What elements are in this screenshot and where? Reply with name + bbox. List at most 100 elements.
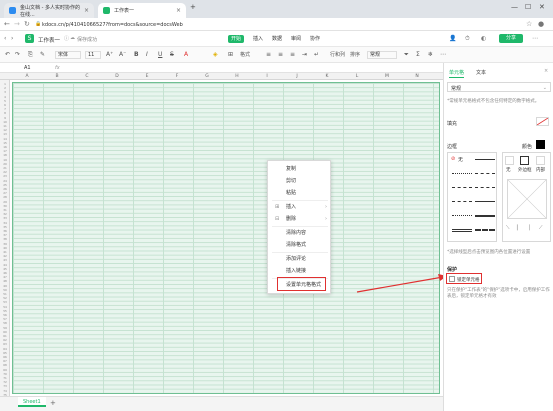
fill-color-icon[interactable]: ◈ bbox=[213, 51, 218, 58]
menu-item-add-comment[interactable]: 添加评论 bbox=[268, 254, 332, 265]
menu-item-insert-link[interactable]: 插入链接 bbox=[268, 266, 332, 277]
font-size-select[interactable]: 11 bbox=[85, 51, 101, 59]
increase-font-icon[interactable]: A⁺ bbox=[106, 51, 113, 58]
column-header-I[interactable]: I bbox=[252, 73, 282, 80]
menu-item-delete[interactable]: ⊟ 删除 › bbox=[268, 214, 332, 225]
line-style-dashed[interactable] bbox=[475, 173, 495, 174]
sheet-tab-active[interactable]: Sheet1 bbox=[18, 397, 46, 407]
menu-item-copy[interactable]: 复制 bbox=[268, 164, 332, 175]
cell-reference[interactable]: A1 bbox=[24, 65, 31, 71]
align-left-icon[interactable]: ≡ bbox=[266, 51, 271, 58]
column-header-D[interactable]: D bbox=[102, 73, 132, 80]
menu-item-clear-content[interactable]: 清除内容 bbox=[268, 228, 332, 239]
menu-item-insert[interactable]: ⊞ 插入 › bbox=[268, 202, 332, 213]
menu-data[interactable]: 数据 bbox=[269, 35, 285, 43]
browser-tab-kdocs[interactable]: 金山文档 - 多人实时协作的在线... × bbox=[4, 3, 94, 18]
sum-icon[interactable]: Σ bbox=[416, 51, 420, 58]
column-header-O[interactable]: O bbox=[432, 73, 443, 80]
line-style-medium[interactable] bbox=[475, 201, 495, 202]
undo-icon[interactable]: ↶ bbox=[5, 51, 10, 58]
formula-input[interactable] bbox=[66, 64, 440, 72]
reload-icon[interactable]: ↻ bbox=[24, 20, 30, 28]
filter-icon[interactable]: ⏷ bbox=[404, 51, 409, 59]
border-preview[interactable] bbox=[507, 179, 547, 219]
close-icon[interactable]: × bbox=[84, 7, 89, 14]
copy-icon[interactable]: ⎘ bbox=[28, 51, 33, 59]
bold-icon[interactable]: B bbox=[134, 51, 139, 58]
menu-item-clear-format[interactable]: 清除格式 bbox=[268, 240, 332, 251]
freeze-icon[interactable]: ❄ bbox=[428, 51, 433, 58]
star-icon[interactable]: ☆ bbox=[526, 20, 532, 28]
wrap-text-icon[interactable]: ↵ bbox=[314, 51, 319, 58]
format-painter-icon[interactable]: ✎ bbox=[40, 51, 45, 58]
cell-area[interactable] bbox=[12, 82, 440, 394]
forward-icon[interactable]: → bbox=[14, 20, 20, 28]
line-style-dashed-3[interactable] bbox=[475, 187, 495, 188]
line-style-thick[interactable] bbox=[475, 215, 495, 217]
close-icon[interactable]: × bbox=[544, 68, 548, 74]
border-none-icon[interactable] bbox=[505, 156, 514, 165]
line-style-dashed-2[interactable] bbox=[452, 187, 472, 188]
menu-item-paste[interactable]: 粘贴 bbox=[268, 188, 332, 199]
forward-icon[interactable]: › bbox=[11, 35, 13, 42]
maximize-button[interactable]: ☐ bbox=[525, 3, 531, 11]
fill-color-picker[interactable] bbox=[536, 117, 549, 126]
add-sheet-button[interactable]: + bbox=[50, 399, 56, 407]
share-button[interactable]: 分享 bbox=[499, 34, 523, 43]
column-header-G[interactable]: G bbox=[192, 73, 222, 80]
menu-item-cut[interactable]: 剪切 bbox=[268, 176, 332, 187]
border-icon[interactable]: ⊞ bbox=[228, 51, 233, 58]
column-header-B[interactable]: B bbox=[42, 73, 72, 80]
align-center-icon[interactable]: ≡ bbox=[278, 51, 283, 58]
row-col-button[interactable]: 行和列 bbox=[330, 51, 345, 58]
info-icon[interactable]: ⓘ bbox=[64, 35, 69, 42]
italic-icon[interactable]: I bbox=[146, 51, 148, 58]
column-header-M[interactable]: M bbox=[372, 73, 402, 80]
no-line-icon[interactable]: ⊘ bbox=[451, 156, 455, 162]
line-style-thick-dashed[interactable] bbox=[475, 229, 495, 231]
border-outer-icon[interactable] bbox=[520, 156, 529, 165]
diagonal-down-icon[interactable]: ⟍ bbox=[506, 225, 510, 231]
line-style-dotted[interactable] bbox=[452, 173, 472, 174]
indent-icon[interactable]: ⇥ bbox=[302, 51, 307, 58]
column-header-E[interactable]: E bbox=[132, 73, 162, 80]
column-header-C[interactable]: C bbox=[72, 73, 102, 80]
collaborator-icon[interactable]: ◐ bbox=[481, 35, 486, 42]
tab-cell[interactable]: 单元格 bbox=[449, 69, 465, 78]
font-family-select[interactable]: 宋体 bbox=[55, 51, 81, 59]
new-tab-button[interactable]: + bbox=[190, 3, 196, 11]
border-color-swatch[interactable] bbox=[536, 140, 545, 149]
redo-icon[interactable]: ↷ bbox=[15, 51, 20, 58]
more-tools-icon[interactable]: ⋯ bbox=[440, 51, 446, 58]
diagonal-up-icon[interactable]: ⟋ bbox=[539, 225, 543, 231]
decrease-font-icon[interactable]: A⁻ bbox=[119, 51, 126, 58]
align-right-icon[interactable]: ≡ bbox=[290, 51, 295, 58]
line-style-double[interactable] bbox=[452, 229, 472, 232]
account-icon[interactable]: ● bbox=[538, 20, 544, 28]
format-button[interactable]: 格式 bbox=[240, 51, 250, 58]
line-style-solid[interactable] bbox=[475, 159, 495, 160]
menu-review[interactable]: 审阅 bbox=[288, 35, 304, 43]
column-header-K[interactable]: K bbox=[312, 73, 342, 80]
border-center-icon[interactable]: │ bbox=[528, 225, 531, 231]
menu-insert[interactable]: 插入 bbox=[250, 35, 266, 43]
close-icon[interactable]: × bbox=[176, 7, 181, 14]
font-color-icon[interactable]: A bbox=[184, 51, 188, 58]
document-title[interactable]: 工作表一 bbox=[38, 36, 60, 44]
menu-home[interactable]: 开始 bbox=[228, 35, 245, 43]
column-header-A[interactable]: A bbox=[12, 73, 42, 80]
strikethrough-icon[interactable]: S bbox=[170, 51, 174, 58]
person-icon[interactable]: 👤 bbox=[449, 35, 456, 42]
column-header-F[interactable]: F bbox=[162, 73, 192, 80]
minimize-button[interactable]: — bbox=[511, 3, 518, 11]
history-icon[interactable]: ⏱ bbox=[465, 35, 470, 43]
column-header-L[interactable]: L bbox=[342, 73, 372, 80]
number-format-select[interactable]: 常规 bbox=[367, 51, 397, 59]
line-style-medium-dotted[interactable] bbox=[452, 215, 472, 216]
window-close-button[interactable]: ✕ bbox=[539, 3, 545, 11]
browser-tab-sheet[interactable]: 工作表一 × bbox=[98, 3, 186, 18]
column-header-J[interactable]: J bbox=[282, 73, 312, 80]
url-field[interactable]: kdocs.cn/p/41041066527?from=docs&source=… bbox=[42, 22, 183, 28]
column-header-N[interactable]: N bbox=[402, 73, 432, 80]
border-left-icon[interactable]: ▏ bbox=[517, 225, 521, 231]
